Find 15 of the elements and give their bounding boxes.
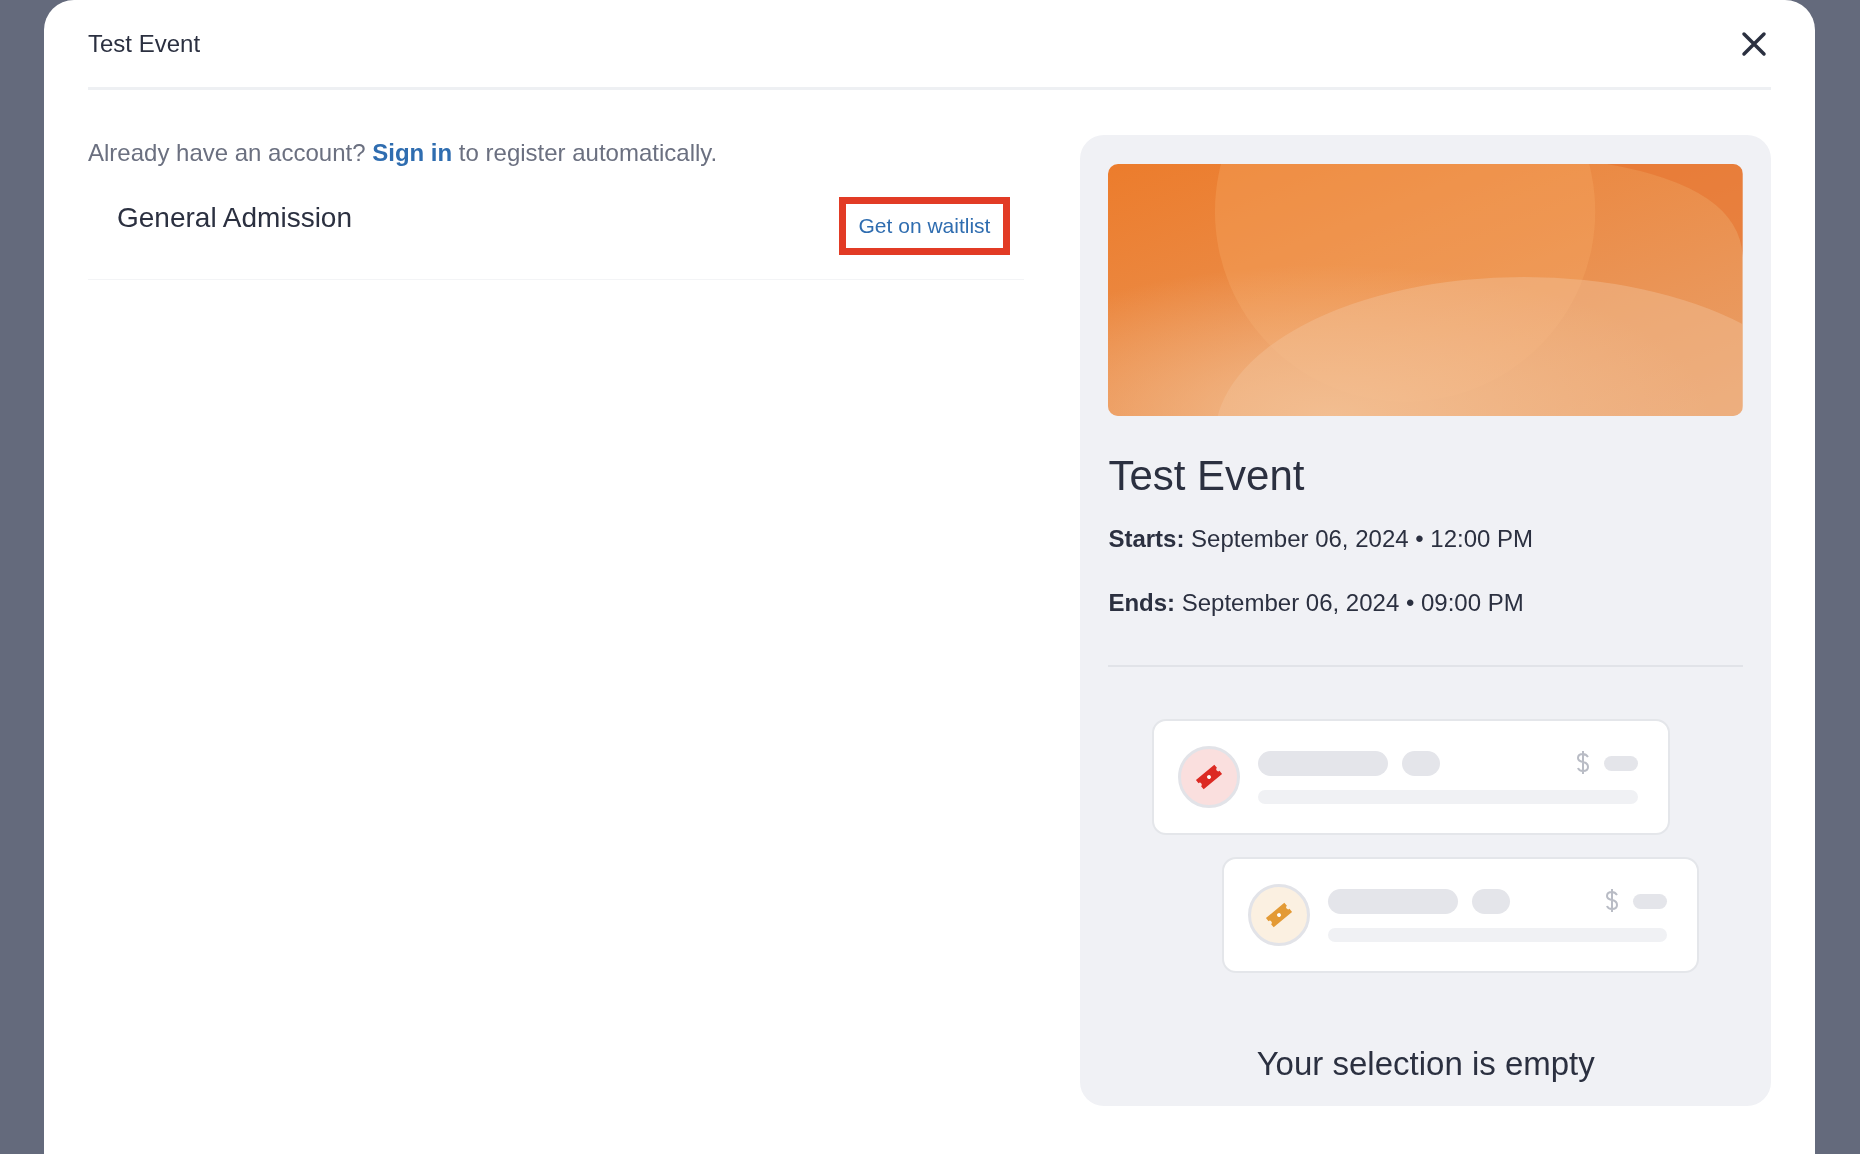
ticket-name: General Admission <box>117 201 352 235</box>
placeholder-bar <box>1402 750 1441 776</box>
dollar-icon <box>1605 888 1620 914</box>
modal-title: Test Event <box>88 28 201 59</box>
placeholder-bar <box>1604 755 1639 771</box>
event-date: Ends: September 06, 2024 • 09:00 PM <box>1108 588 1525 618</box>
empty-message: Your selection is empty <box>1255 1044 1596 1084</box>
signin-prompt: Already have an account? Sign in to register automatically. <box>88 138 719 168</box>
sign-in-link[interactable]: Sign in <box>372 139 453 166</box>
dollar-icon <box>1576 750 1591 776</box>
waitlist-button[interactable]: Get on waitlist <box>838 197 1011 255</box>
event-date: Starts: September 06, 2024 • 12:00 PM <box>1108 524 1535 554</box>
placeholder-bar <box>1472 888 1511 914</box>
placeholder-bar <box>1633 893 1668 909</box>
event-title: Test Event <box>1108 451 1306 501</box>
